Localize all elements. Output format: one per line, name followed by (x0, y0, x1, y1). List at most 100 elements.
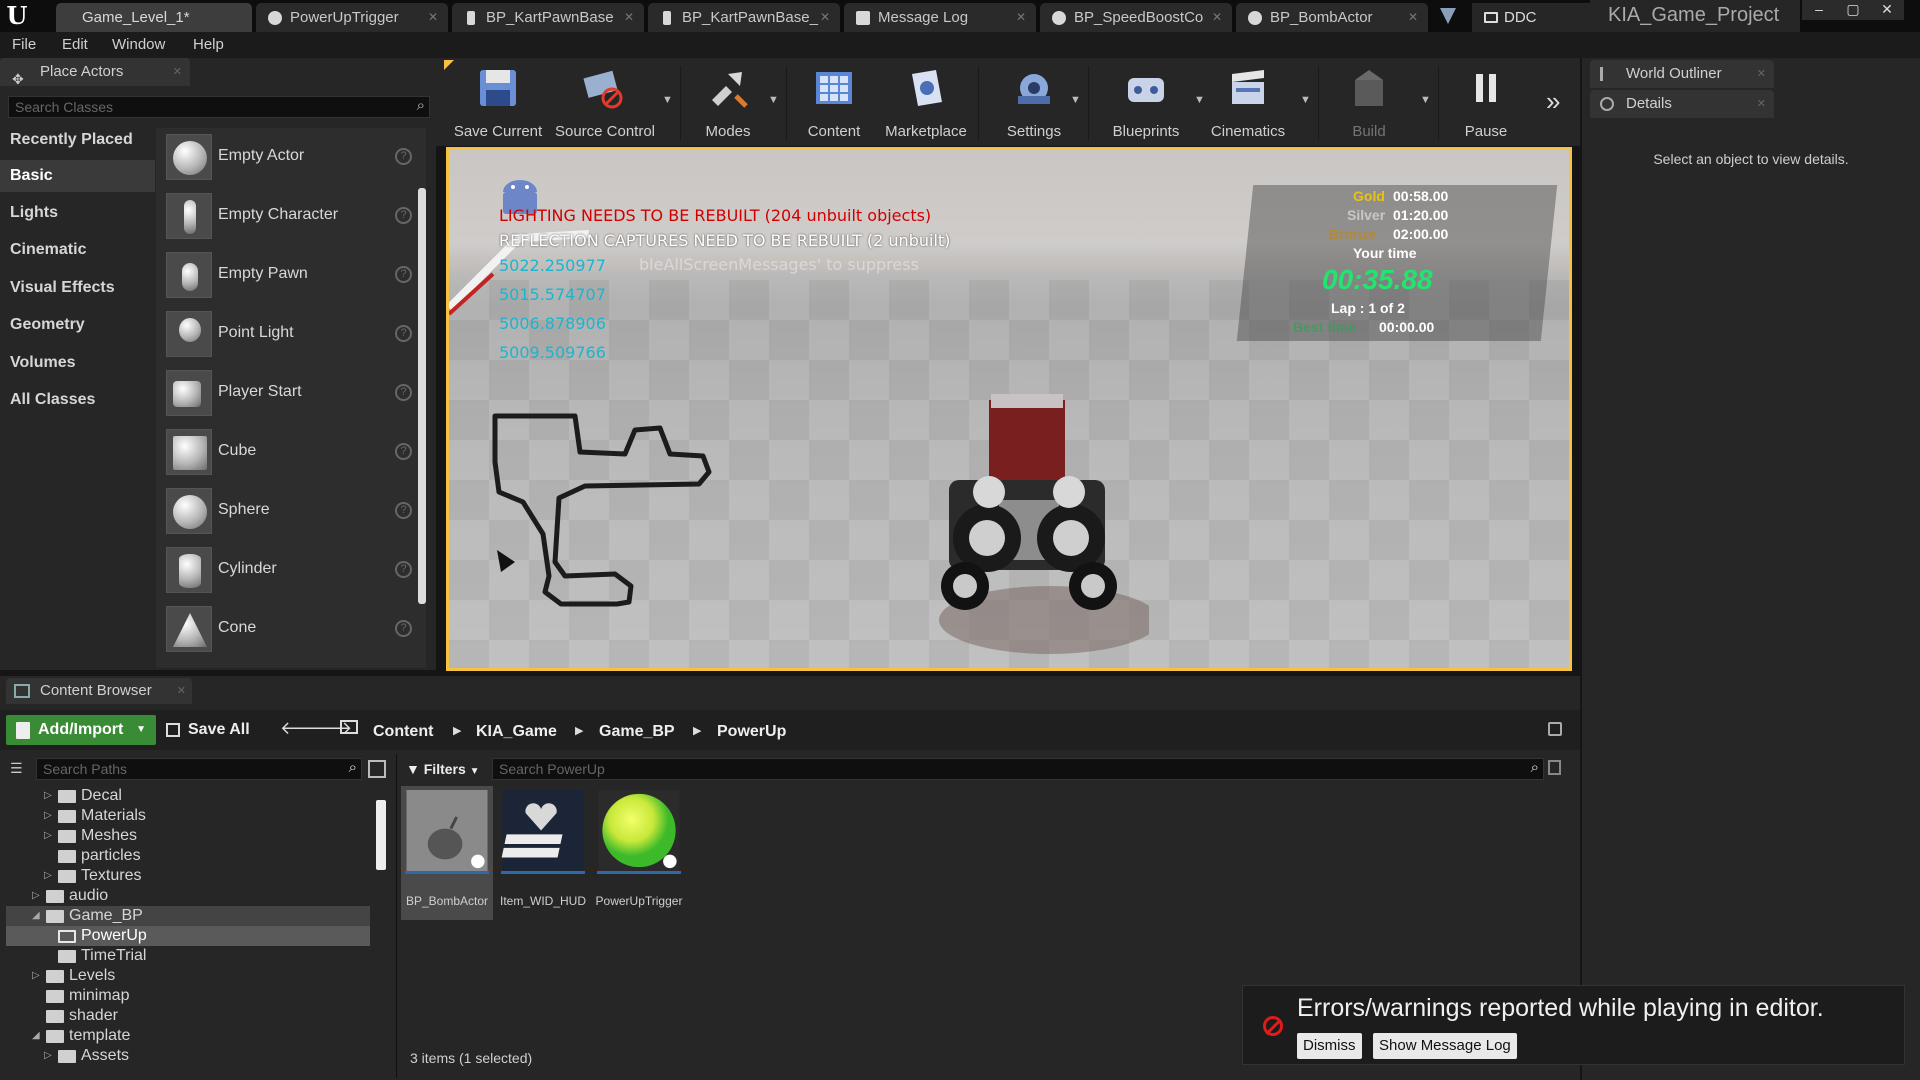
modes-button[interactable]: Modes (688, 58, 768, 146)
search-classes-input[interactable]: Search Classes ⌕ (8, 96, 430, 118)
blueprints-button[interactable]: Blueprints (1098, 58, 1194, 146)
help-icon[interactable]: ? (395, 561, 412, 578)
help-icon[interactable]: ? (395, 620, 412, 637)
details-tab[interactable]: Details ✕ (1590, 90, 1774, 118)
actor-list-scrollbar[interactable] (418, 188, 426, 604)
category-basic[interactable]: Basic (0, 160, 155, 192)
category-geometry[interactable]: Geometry (0, 309, 155, 341)
close-icon[interactable]: ✕ (624, 3, 634, 32)
help-icon[interactable]: ? (395, 443, 412, 460)
category-volumes[interactable]: Volumes (0, 347, 155, 379)
actor-item-empty-character[interactable]: Empty Character ? (156, 187, 426, 245)
breadcrumb-powerup[interactable]: PowerUp (717, 723, 786, 741)
expand-arrow-icon[interactable]: ▷ (44, 826, 52, 846)
view-options-icon[interactable] (368, 760, 386, 778)
help-icon[interactable]: ? (395, 148, 412, 165)
category-cinematic[interactable]: Cinematic (0, 234, 155, 266)
menu-edit[interactable]: Edit (62, 36, 88, 53)
close-icon[interactable]: ✕ (1016, 3, 1026, 32)
save-current-button[interactable]: Save Current (450, 58, 546, 146)
close-icon[interactable]: ✕ (177, 678, 186, 704)
close-icon[interactable]: ✕ (820, 3, 830, 32)
menu-window[interactable]: Window (112, 36, 165, 53)
close-icon[interactable]: ✕ (1212, 3, 1222, 32)
tree-item-decal[interactable]: ▷ Decal (6, 786, 370, 806)
sources-toggle-icon[interactable]: ☰ (10, 760, 28, 776)
tree-item-game-bp[interactable]: ◢ Game_BP (6, 906, 370, 926)
close-icon[interactable]: ✕ (1757, 90, 1766, 118)
breadcrumb-separator-icon[interactable]: ▶ (453, 724, 461, 737)
chevron-down-icon[interactable]: ▼ (768, 94, 779, 106)
cinematics-button[interactable]: Cinematics (1200, 58, 1296, 146)
search-icon[interactable]: ⌕ (417, 96, 425, 116)
category-lights[interactable]: Lights (0, 197, 155, 229)
actor-item-cone[interactable]: Cone ? (156, 600, 426, 658)
breadcrumb-kia-game[interactable]: KIA_Game (476, 723, 557, 741)
minimize-button[interactable]: – (1802, 0, 1836, 20)
save-all-button[interactable]: Save All (166, 715, 250, 745)
content-button[interactable]: Content (794, 58, 874, 146)
content-browser-tab[interactable]: Content Browser ✕ (6, 678, 192, 704)
tab-game-level[interactable]: Game_Level_1* (56, 3, 252, 32)
actor-item-empty-pawn[interactable]: Empty Pawn ? (156, 246, 426, 304)
pause-button[interactable]: Pause (1450, 58, 1522, 146)
show-message-log-button[interactable]: Show Message Log (1373, 1033, 1517, 1059)
actor-item-cube[interactable]: Cube ? (156, 423, 426, 481)
actor-item-point-light[interactable]: Point Light ? (156, 305, 426, 363)
tree-item-template[interactable]: ◢ template (6, 1026, 370, 1046)
breadcrumb-separator-icon[interactable]: ▶ (575, 724, 583, 737)
actor-item-player-start[interactable]: Player Start ? (156, 364, 426, 422)
tree-item-shader[interactable]: shader (6, 1006, 370, 1026)
expand-arrow-icon[interactable]: ▷ (44, 806, 52, 826)
search-assets-input[interactable]: Search PowerUp ⌕ (492, 758, 1544, 780)
tree-item-timetrial[interactable]: TimeTrial (6, 946, 370, 966)
asset-item-wid-hud[interactable]: Item_WID_HUD (497, 786, 589, 920)
help-icon[interactable]: ? (395, 266, 412, 283)
collapse-arrow-icon[interactable]: ◢ (32, 906, 40, 926)
add-import-button[interactable]: Add/Import ▼ (6, 715, 156, 745)
collapse-arrow-icon[interactable]: ◢ (32, 1026, 40, 1046)
close-icon[interactable]: ✕ (173, 58, 182, 86)
panel-splitter[interactable] (396, 754, 397, 1078)
chevron-down-icon[interactable]: ▼ (662, 94, 673, 106)
maximize-button[interactable]: ▢ (1836, 0, 1870, 20)
asset-powerup-trigger[interactable]: PowerUpTrigger (593, 786, 685, 920)
tree-item-powerup[interactable]: PowerUp (6, 926, 370, 946)
marketplace-button[interactable]: Marketplace (878, 58, 974, 146)
expand-arrow-icon[interactable]: ▷ (44, 1046, 52, 1066)
asset-bp-bombactor[interactable]: BP_BombActor (401, 786, 493, 920)
tab-speed-boost[interactable]: BP_SpeedBoostCo ✕ (1040, 3, 1232, 32)
close-icon[interactable]: ✕ (1757, 60, 1766, 88)
world-outliner-tab[interactable]: World Outliner ✕ (1590, 60, 1774, 88)
category-all-classes[interactable]: All Classes (0, 384, 155, 416)
save-search-icon[interactable] (1548, 760, 1561, 775)
chevron-down-icon[interactable]: ▼ (1070, 94, 1081, 106)
tree-scrollbar[interactable] (376, 800, 386, 870)
tree-item-assets[interactable]: ▷ Assets (6, 1046, 370, 1066)
tree-item-meshes[interactable]: ▷ Meshes (6, 826, 370, 846)
build-button[interactable]: Build (1326, 58, 1412, 146)
filters-button[interactable]: ▼ Filters ▼ (406, 758, 480, 780)
category-recently-placed[interactable]: Recently Placed (0, 124, 155, 156)
tree-item-materials[interactable]: ▷ Materials (6, 806, 370, 826)
expand-arrow-icon[interactable]: ▷ (32, 886, 40, 906)
actor-item-sphere[interactable]: Sphere ? (156, 482, 426, 540)
chevron-down-icon[interactable]: ▼ (1300, 94, 1311, 106)
tree-item-particles[interactable]: particles (6, 846, 370, 866)
actor-item-cylinder[interactable]: Cylinder ? (156, 541, 426, 599)
level-viewport[interactable]: LIGHTING NEEDS TO BE REBUILT (204 unbuil… (446, 147, 1572, 671)
menu-help[interactable]: Help (193, 36, 224, 53)
help-icon[interactable]: ? (395, 325, 412, 342)
tab-kart-pawn-base[interactable]: BP_KartPawnBase ✕ (452, 3, 644, 32)
place-actors-tab[interactable]: ✥ Place Actors ✕ (0, 58, 190, 87)
close-icon[interactable]: ✕ (428, 3, 438, 32)
ddc-status[interactable]: DDC (1472, 3, 1590, 32)
tree-item-levels[interactable]: ▷ Levels (6, 966, 370, 986)
source-control-button[interactable]: Source Control (550, 58, 660, 146)
toolbar-overflow-icon[interactable]: » (1546, 86, 1560, 117)
close-window-button[interactable]: ✕ (1870, 0, 1904, 20)
settings-button[interactable]: Settings (986, 58, 1082, 146)
breadcrumb-game-bp[interactable]: Game_BP (599, 723, 675, 741)
tab-kart-pawn-base-2[interactable]: BP_KartPawnBase_ ✕ (648, 3, 840, 32)
expand-arrow-icon[interactable]: ▷ (44, 866, 52, 886)
